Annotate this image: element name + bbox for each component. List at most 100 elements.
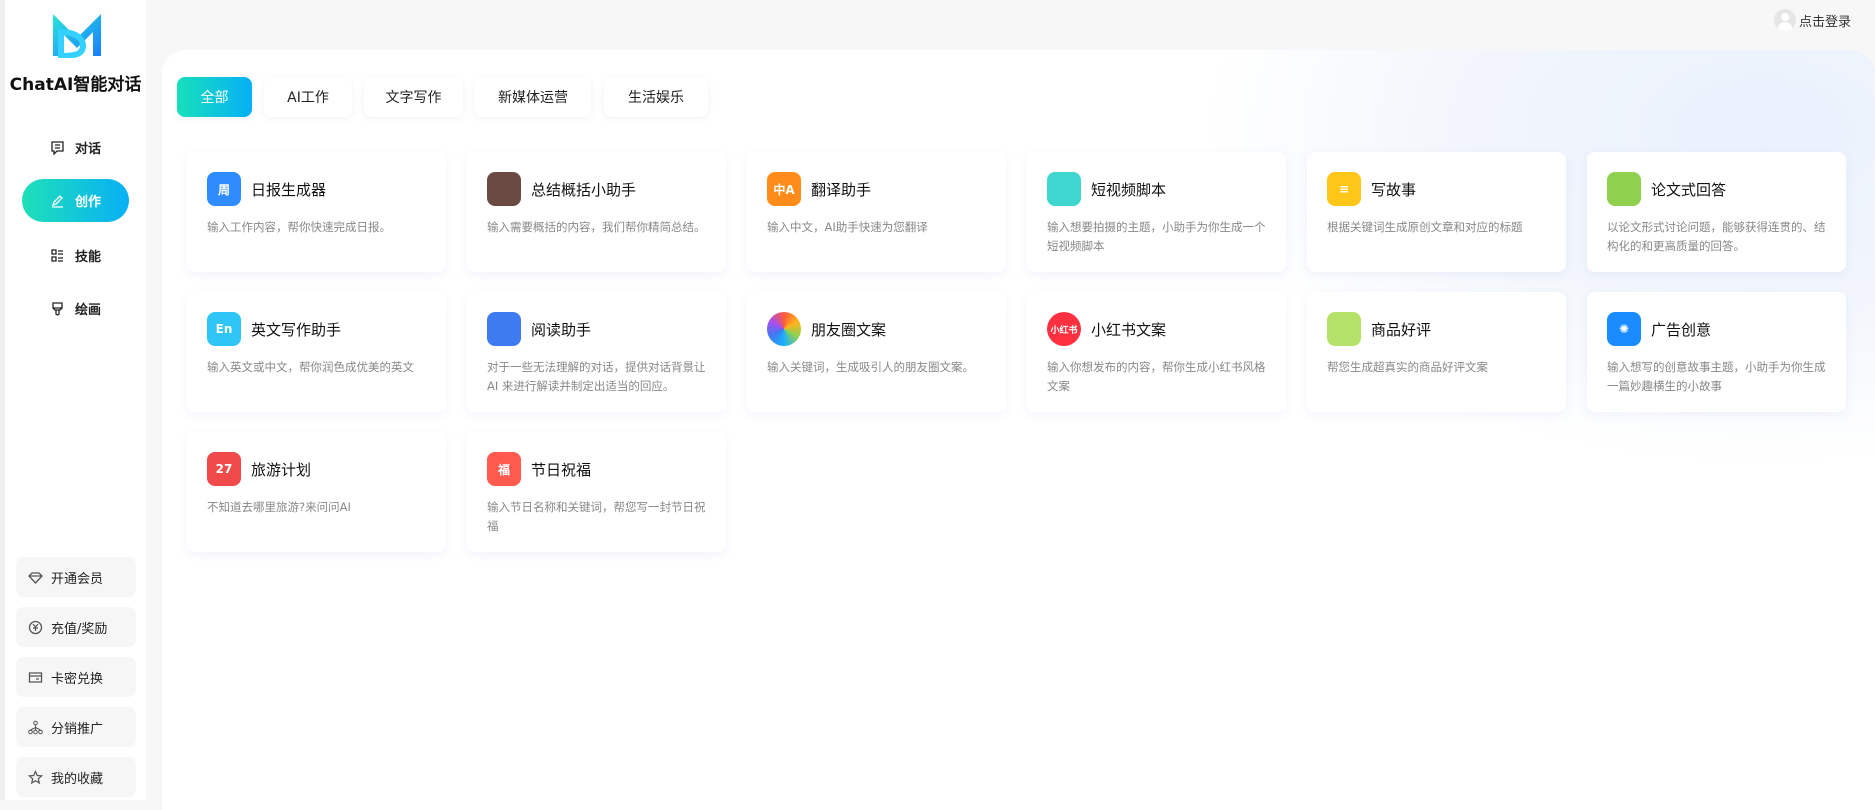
tool-card[interactable]: 总结概括小助手 输入需要概括的内容，我们帮你精简总结。	[467, 152, 726, 272]
logo-icon	[53, 14, 101, 58]
brand-title: ChatAI智能对话	[9, 75, 142, 95]
sidebar-bottom-label: 充值/奖励	[51, 621, 108, 637]
sidebar-item-label: 对话	[74, 142, 101, 157]
card-description: 根据关键词生成原创文章和对应的标题	[1327, 220, 1523, 234]
star-icon	[28, 769, 43, 784]
icon-glyph: 福	[497, 462, 510, 477]
tab-3[interactable]: 新媒体运营	[475, 77, 591, 117]
card-description: 输入想写的创意故事主题，小助手为你生成一篇妙趣横生的小故事	[1607, 360, 1826, 393]
sidebar-bottom-1[interactable]: 充值/奖励	[16, 607, 136, 647]
tool-card[interactable]: 短视频脚本 输入想要拍摄的主题，小助手为你生成一个短视频脚本	[1027, 152, 1286, 272]
card-description: 对于一些无法理解的对话，提供对话背景让 AI 来进行解读并制定出适当的回应。	[487, 360, 706, 393]
chat-icon	[51, 141, 64, 155]
tool-card[interactable]: 朋友圈文案 输入关键词，生成吸引人的朋友圈文案。	[747, 292, 1006, 412]
briefcase-icon	[487, 172, 521, 206]
tool-card[interactable]: ≡ 写故事 根据关键词生成原创文章和对应的标题	[1307, 152, 1566, 272]
tool-card[interactable]: 阅读助手 对于一些无法理解的对话，提供对话背景让 AI 来进行解读并制定出适当的…	[467, 292, 726, 412]
calendar-27-icon: 27	[207, 452, 241, 486]
tool-card[interactable]: 27 旅游计划 不知道去哪里旅游?来问问AI	[187, 432, 446, 552]
network-icon	[28, 720, 43, 734]
tool-card[interactable]: 商品好评 帮您生成超真实的商品好评文案	[1307, 292, 1566, 412]
pen-icon	[51, 195, 63, 208]
tool-card[interactable]: En 英文写作助手 输入英文或中文，帮你润色成优美的英文	[187, 292, 446, 412]
aperture-icon	[767, 312, 801, 346]
sidebar-bottom-label: 卡密兑换	[51, 671, 104, 687]
icon-glyph: ≡	[1338, 182, 1350, 196]
card-title: 翻译助手	[811, 180, 872, 199]
scroll-icon: 福	[487, 452, 521, 486]
card-title: 英文写作助手	[251, 320, 342, 339]
login-button[interactable]: 点击登录	[1773, 9, 1851, 31]
shopping-bag-icon	[1327, 312, 1361, 346]
card-title: 小红书文案	[1091, 320, 1167, 339]
notepad-pencil-icon: ≡	[1327, 172, 1361, 206]
sidebar-item-0[interactable]: 对话	[22, 126, 129, 169]
yuan-coin-icon	[28, 620, 43, 634]
sidebar-item-3[interactable]: 绘画	[22, 287, 129, 330]
card-description: 不知道去哪里旅游?来问问AI	[207, 500, 351, 514]
card-description: 输入关键词，生成吸引人的朋友圈文案。	[767, 360, 974, 374]
sidebar-bottom-2[interactable]: 卡密兑换	[16, 657, 136, 697]
card-title: 朋友圈文案	[811, 320, 887, 339]
card-description: 输入想要拍摄的主题，小助手为你生成一个短视频脚本	[1047, 220, 1266, 253]
sidebar: ChatAI智能对话 对话创作技能绘画 开通会员充值/奖励卡密兑换分销推广我的收…	[0, 0, 146, 800]
card-title: 节日祝福	[531, 460, 592, 479]
clapperboard-icon	[1047, 172, 1081, 206]
tool-card[interactable]: 中A 翻译助手 输入中文，AI助手快速为您翻译	[747, 152, 1006, 272]
lightbulb-icon: ✺	[1607, 312, 1641, 346]
icon-glyph: 小红书	[1050, 325, 1078, 336]
card-description: 输入需要概括的内容，我们帮你精简总结。	[487, 220, 706, 234]
diamond-icon	[28, 571, 43, 584]
grid-list-icon	[51, 249, 63, 262]
card-title: 商品好评	[1371, 320, 1432, 339]
icon-glyph: 周	[217, 182, 230, 197]
login-label: 点击登录	[1798, 14, 1851, 30]
tool-card[interactable]: 福 节日祝福 输入节日名称和关键词，帮您写一封节日祝福	[467, 432, 726, 552]
sidebar-bottom-4[interactable]: 我的收藏	[16, 757, 136, 797]
icon-glyph: ✺	[1618, 322, 1630, 336]
card-icon	[28, 671, 43, 683]
card-title: 日报生成器	[251, 180, 327, 199]
tool-card[interactable]: 周 日报生成器 输入工作内容，帮你快速完成日报。	[187, 152, 446, 272]
card-title: 论文式回答	[1651, 180, 1727, 199]
card-title: 总结概括小助手	[531, 180, 637, 199]
avatar-icon	[1773, 9, 1796, 31]
card-title: 阅读助手	[531, 320, 592, 339]
sidebar-bottom-0[interactable]: 开通会员	[16, 557, 136, 597]
card-description: 输入工作内容，帮你快速完成日报。	[207, 220, 391, 234]
brush-icon	[52, 302, 63, 316]
tab-2[interactable]: 文字写作	[364, 77, 463, 117]
books-icon	[487, 312, 521, 346]
icon-glyph: En	[215, 322, 233, 336]
tool-card[interactable]: 小红书 小红书文案 输入你想发布的内容，帮你生成小红书风格文案	[1027, 292, 1286, 412]
card-title: 广告创意	[1651, 320, 1712, 339]
sidebar-bottom-3[interactable]: 分销推广	[16, 707, 136, 747]
sidebar-bottom-label: 开通会员	[51, 571, 104, 587]
card-title: 旅游计划	[251, 460, 312, 479]
icon-glyph: 27	[215, 462, 233, 476]
sidebar-item-label: 技能	[74, 250, 101, 265]
card-title: 短视频脚本	[1091, 180, 1167, 199]
tab-4[interactable]: 生活娱乐	[604, 77, 708, 117]
card-description: 以论文形式讨论问题，能够获得连贯的、结构化的和更高质量的回答。	[1607, 220, 1826, 253]
sidebar-bottom-label: 分销推广	[51, 721, 104, 737]
card-description: 输入英文或中文，帮你润色成优美的英文	[207, 360, 414, 374]
calendar-week-icon: 周	[207, 172, 241, 206]
card-description: 输入你想发布的内容，帮你生成小红书风格文案	[1047, 360, 1266, 393]
tab-1[interactable]: AI工作	[264, 77, 352, 117]
icon-glyph: 中A	[773, 182, 795, 197]
en-icon: En	[207, 312, 241, 346]
sidebar-item-label: 绘画	[74, 303, 101, 318]
tool-card[interactable]: ✺ 广告创意 输入想写的创意故事主题，小助手为你生成一篇妙趣横生的小故事	[1587, 292, 1846, 412]
sidebar-item-label: 创作	[74, 195, 101, 210]
sidebar-item-1[interactable]: 创作	[22, 179, 129, 222]
translate-icon: 中A	[767, 172, 801, 206]
tab-0[interactable]: 全部	[177, 77, 252, 117]
card-description: 输入中文，AI助手快速为您翻译	[767, 220, 928, 234]
sidebar-bottom-label: 我的收藏	[51, 771, 104, 787]
tool-card[interactable]: 论文式回答 以论文形式讨论问题，能够获得连贯的、结构化的和更高质量的回答。	[1587, 152, 1846, 272]
card-description: 帮您生成超真实的商品好评文案	[1327, 360, 1488, 374]
card-title: 写故事	[1371, 180, 1417, 199]
card-description: 输入节日名称和关键词，帮您写一封节日祝福	[487, 500, 706, 533]
sidebar-item-2[interactable]: 技能	[22, 234, 129, 277]
